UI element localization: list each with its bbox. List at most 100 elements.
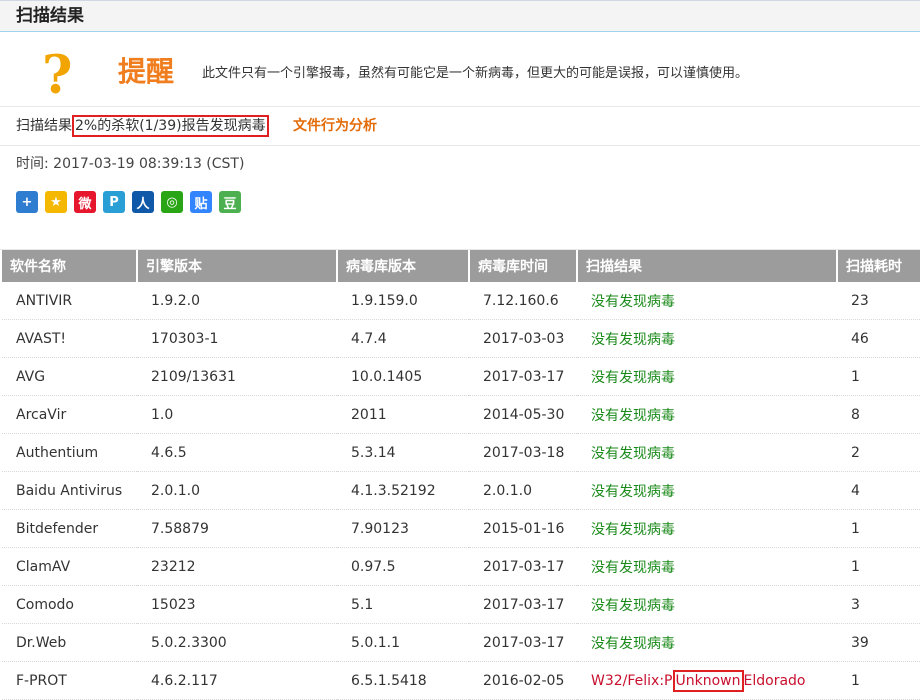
cell-db-time: 2015-01-16 (469, 509, 577, 548)
col-header-scan-result: 扫描结果 (577, 250, 838, 282)
result-highlight: Unknown (672, 669, 744, 692)
question-mark-icon: ? (42, 45, 73, 106)
cell-db-version: 4.1.3.52192 (337, 471, 469, 510)
table-row: Baidu Antivirus 2.0.1.0 4.1.3.52192 2.0.1.0… (2, 471, 920, 510)
cell-scan-time: 1 (837, 357, 920, 396)
cell-engine-version: 1.9.2.0 (137, 282, 337, 320)
share-bar: + ★ 微 P 人 ◎ 贴豆 (0, 182, 920, 222)
cell-scan-result: 没有发现病毒 (577, 623, 837, 662)
cell-db-version: 5.0.1.1 (337, 623, 469, 662)
cell-db-version: 5.3.14 (337, 433, 469, 472)
cell-db-time: 2014-05-30 (469, 395, 577, 434)
table-row: Comodo 15023 5.1 2017-03-17 没有发现病毒 3 (2, 585, 920, 624)
wechat-icon[interactable]: ◎ (161, 191, 183, 213)
cell-scan-result: 没有发现病毒 (577, 471, 837, 510)
table-row: ClamAV 23212 0.97.5 2017-03-17 没有发现病毒 1 (2, 547, 920, 586)
section-header: 扫描结果 (0, 1, 920, 32)
cell-software: AVAST! (2, 319, 137, 358)
cell-software: F-PROT (2, 661, 137, 700)
cell-scan-time: 3 (837, 585, 920, 624)
cell-software: Bitdefender (2, 509, 137, 548)
cell-engine-version: 7.58879 (137, 509, 337, 548)
summary-label: 扫描结果 (16, 118, 72, 134)
cell-scan-result: 没有发现病毒 (577, 282, 837, 320)
cell-db-version: 7.90123 (337, 509, 469, 548)
cell-engine-version: 2.0.1.0 (137, 471, 337, 510)
table-row: Bitdefender 7.58879 7.90123 2015-01-16 没有发现病… (2, 509, 920, 548)
scan-time: 时间: 2017-03-19 08:39:13 (CST) (16, 156, 245, 172)
col-header-db-version: 病毒库版本 (337, 250, 470, 282)
col-header-scan-time: 扫描耗时 (837, 250, 920, 282)
cell-db-time: 2017-03-03 (469, 319, 577, 358)
cell-db-time: 7.12.160.6 (469, 282, 577, 320)
table-row: AVAST! 170303-1 4.7.4 2017-03-03 没有发现病毒 46 (2, 319, 920, 358)
cell-db-time: 2017-03-17 (469, 357, 577, 396)
cell-scan-result: 没有发现病毒 (577, 433, 837, 472)
cell-db-version: 0.97.5 (337, 547, 469, 586)
cell-db-version: 4.7.4 (337, 319, 469, 358)
cell-software: AVG (2, 357, 137, 396)
col-header-software: 软件名称 (2, 250, 138, 282)
cell-db-time: 2017-03-18 (469, 433, 577, 472)
cell-scan-time: 46 (837, 319, 920, 358)
cell-engine-version: 170303-1 (137, 319, 337, 358)
alert-title: 提醒 (118, 55, 175, 88)
cell-db-time: 2017-03-17 (469, 547, 577, 586)
cell-db-version: 1.9.159.0 (337, 282, 469, 320)
section-title: 扫描结果 (16, 6, 84, 26)
cell-db-time: 2016-02-05 (469, 661, 577, 700)
cell-scan-result: W32/Felix:P Unknown Eldorado (577, 661, 837, 700)
col-header-engine-version: 引擎版本 (137, 250, 338, 282)
cell-db-time: 2017-03-17 (469, 585, 577, 624)
divider (0, 222, 920, 250)
renren-icon[interactable]: 人 (132, 191, 154, 213)
tieba-icon[interactable]: 贴 (190, 191, 212, 213)
cell-software: ArcaVir (2, 395, 137, 434)
cell-scan-time: 1 (837, 547, 920, 586)
alert-message: 此文件只有一个引擎报毒，虽然有可能它是一个新病毒，但更大的可能是误报，可以谨慎使… (202, 66, 749, 81)
table-row: Authentium 4.6.5 5.3.14 2017-03-18 没有发现病毒 2 (2, 433, 920, 472)
table-row: Dr.Web 5.0.2.3300 5.0.1.1 2017-03-17 没有发现病毒 3… (2, 623, 920, 662)
table-row: AVG 2109/13631 10.0.1405 2017-03-17 没有发现病毒 1 (2, 357, 920, 396)
cell-engine-version: 15023 (137, 585, 337, 624)
douban-icon[interactable]: 豆 (219, 191, 241, 213)
cell-engine-version: 4.6.5 (137, 433, 337, 472)
col-header-db-time: 病毒库时间 (469, 250, 578, 282)
table-header-row: 软件名称 引擎版本 病毒库版本 病毒库时间 扫描结果 扫描耗时 (2, 250, 920, 282)
cell-db-version: 10.0.1405 (337, 357, 469, 396)
cell-db-version: 5.1 (337, 585, 469, 624)
cell-db-time: 2.0.1.0 (469, 471, 577, 510)
cell-scan-result: 没有发现病毒 (577, 547, 837, 586)
result-suffix: Eldorado (743, 672, 806, 689)
qzone-icon[interactable]: ★ (45, 191, 67, 213)
weibo-icon[interactable]: 微 (74, 191, 96, 213)
cell-scan-time: 1 (837, 509, 920, 548)
result-prefix: W32/Felix:P (591, 672, 673, 689)
cell-scan-result: 没有发现病毒 (577, 585, 837, 624)
tencent-weibo-icon[interactable]: P (103, 191, 125, 213)
cell-db-version: 6.5.1.5418 (337, 661, 469, 700)
cell-db-time: 2017-03-17 (469, 623, 577, 662)
cell-scan-time: 1 (837, 661, 920, 700)
file-behavior-link[interactable]: 文件行为分析 (293, 107, 377, 145)
share-plus-icon[interactable]: + (16, 191, 38, 213)
cell-software: ANTIVIR (2, 282, 137, 320)
cell-software: Dr.Web (2, 623, 137, 662)
cell-scan-result: 没有发现病毒 (577, 509, 837, 548)
cell-scan-result: 没有发现病毒 (577, 357, 837, 396)
cell-engine-version: 5.0.2.3300 (137, 623, 337, 662)
cell-scan-time: 8 (837, 395, 920, 434)
scan-summary: 扫描结果 2%的杀软(1/39)报告发现病毒 文件行为分析 (0, 107, 920, 145)
cell-engine-version: 4.6.2.117 (137, 661, 337, 700)
cell-db-version: 2011 (337, 395, 469, 434)
summary-highlight: 2%的杀软(1/39)报告发现病毒 (72, 115, 269, 137)
cell-scan-result: 没有发现病毒 (577, 319, 837, 358)
cell-software: Baidu Antivirus (2, 471, 137, 510)
cell-engine-version: 1.0 (137, 395, 337, 434)
cell-software: Authentium (2, 433, 137, 472)
cell-scan-time: 4 (837, 471, 920, 510)
table-row: ANTIVIR 1.9.2.0 1.9.159.0 7.12.160.6 没有发现病毒 2… (2, 282, 920, 320)
cell-scan-result: 没有发现病毒 (577, 395, 837, 434)
cell-scan-time: 23 (837, 282, 920, 320)
scan-results-table: 软件名称 引擎版本 病毒库版本 病毒库时间 扫描结果 扫描耗时 ANTIVIR 1… (2, 250, 920, 700)
